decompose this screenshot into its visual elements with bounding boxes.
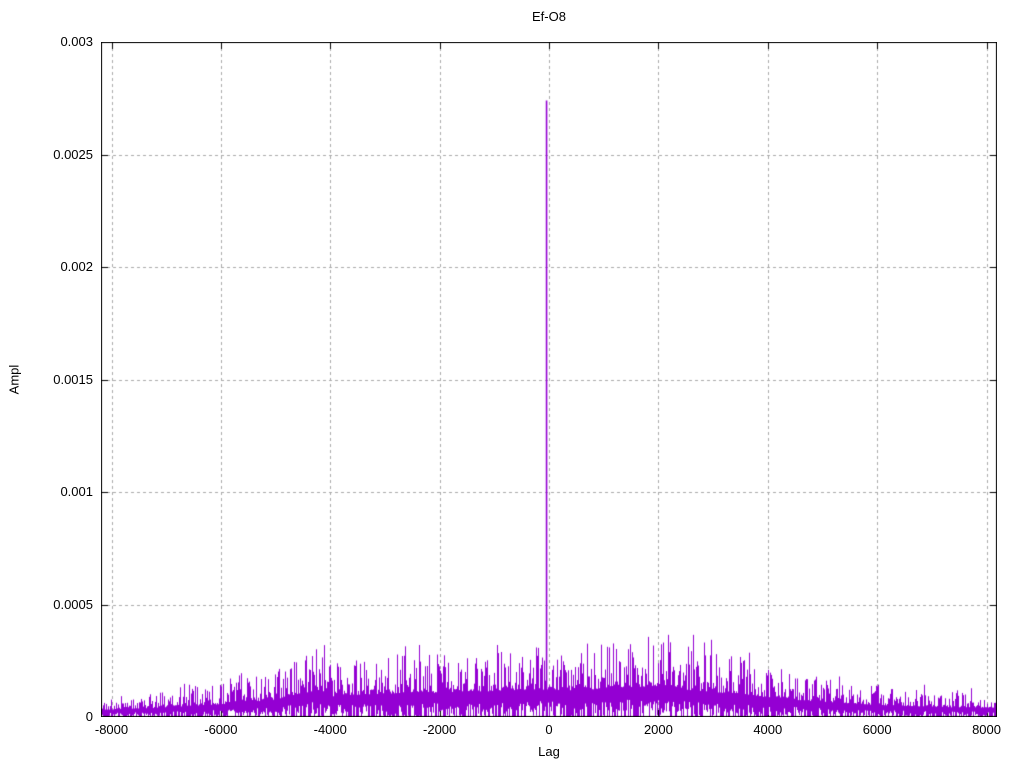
gnuplot-figure: Ef-O8 Ampl Lag -8000 -6000 -4000 -2000 0 2000… bbox=[0, 0, 1024, 768]
x-tick-label: -2000 bbox=[423, 722, 457, 737]
y-tick-label: 0.002 bbox=[60, 259, 93, 274]
x-tick-label: 2000 bbox=[643, 722, 673, 737]
y-tick-label: 0.001 bbox=[60, 484, 93, 499]
plot-canvas bbox=[101, 42, 997, 717]
x-tick-label: 4000 bbox=[753, 722, 783, 737]
y-tick-label: 0.0025 bbox=[53, 146, 93, 162]
x-tick-label: 8000 bbox=[972, 722, 1001, 737]
x-tick-label: 0 bbox=[545, 722, 553, 737]
chart-title: Ef-O8 bbox=[532, 9, 566, 24]
y-tick-label: 0.0015 bbox=[53, 371, 93, 387]
y-tick-label: 0.003 bbox=[60, 34, 93, 49]
x-axis-label: Lag bbox=[538, 744, 560, 759]
x-tick-label: -4000 bbox=[313, 722, 347, 737]
x-tick-label: -6000 bbox=[204, 722, 238, 737]
x-tick-label: 6000 bbox=[862, 722, 892, 737]
y-tick-label: 0 bbox=[85, 709, 93, 724]
y-tick-label: 0.0005 bbox=[53, 596, 93, 612]
